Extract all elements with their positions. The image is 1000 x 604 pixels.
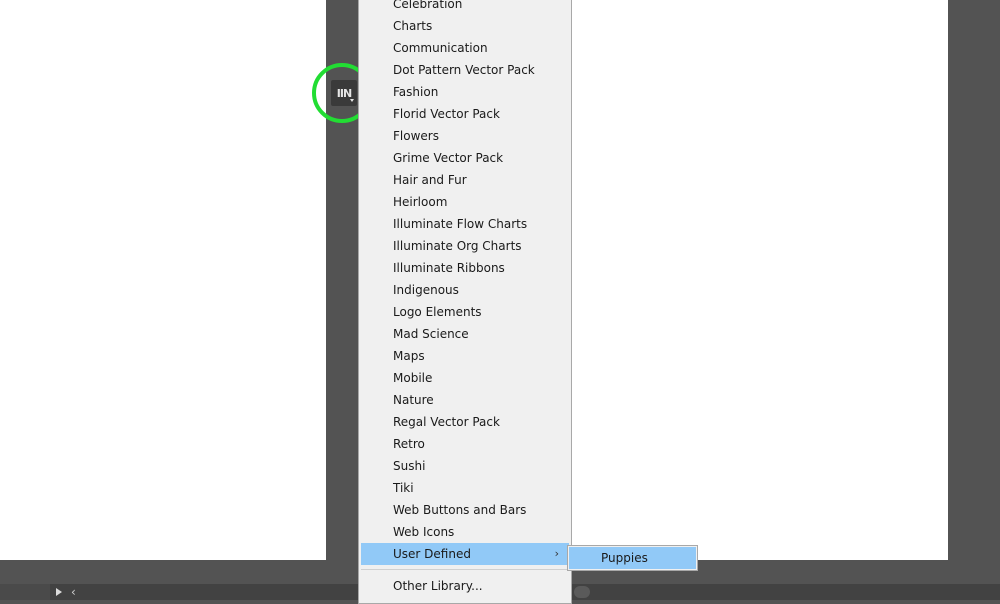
menu-item-label: Mad Science xyxy=(393,327,469,341)
menu-item-label: Regal Vector Pack xyxy=(393,415,500,429)
menu-item-label: Retro xyxy=(393,437,425,451)
menu-item-florid-vector-pack[interactable]: Florid Vector Pack xyxy=(359,103,571,125)
menu-item-web-icons[interactable]: Web Icons xyxy=(359,521,571,543)
menu-item-communication[interactable]: Communication xyxy=(359,37,571,59)
menu-item-label: Dot Pattern Vector Pack xyxy=(393,63,535,77)
symbol-library-menu: Celebration Charts Communication Dot Patter… xyxy=(358,0,572,604)
menu-item-label: Other Library... xyxy=(393,579,483,593)
menu-item-nature[interactable]: Nature xyxy=(359,389,571,411)
menu-item-label: Celebration xyxy=(393,0,463,11)
menu-item-grime-vector-pack[interactable]: Grime Vector Pack xyxy=(359,147,571,169)
menu-item-label: Illuminate Flow Charts xyxy=(393,217,528,231)
menu-item-indigenous[interactable]: Indigenous xyxy=(359,279,571,301)
menu-item-label: Indigenous xyxy=(393,283,459,297)
menu-item-label: Communication xyxy=(393,41,488,55)
library-list: Celebration Charts Communication Dot Patter… xyxy=(359,0,571,543)
menu-item-label: Maps xyxy=(393,349,425,363)
menu-item-label: Flowers xyxy=(393,129,439,143)
menu-item-mad-science[interactable]: Mad Science xyxy=(359,323,571,345)
menu-item-illuminate-org-charts[interactable]: Illuminate Org Charts xyxy=(359,235,571,257)
menu-item-label: Illuminate Ribbons xyxy=(393,261,505,275)
menu-item-user-defined[interactable]: User Defined › xyxy=(361,543,569,565)
menu-item-heirloom[interactable]: Heirloom xyxy=(359,191,571,213)
menu-item-retro[interactable]: Retro xyxy=(359,433,571,455)
next-artboard-icon[interactable] xyxy=(56,588,62,596)
menu-item-illuminate-flow-charts[interactable]: Illuminate Flow Charts xyxy=(359,213,571,235)
menu-item-hair-and-fur[interactable]: Hair and Fur xyxy=(359,169,571,191)
horizontal-scrollbar-thumb[interactable] xyxy=(574,586,590,598)
menu-item-web-buttons-and-bars[interactable]: Web Buttons and Bars xyxy=(359,499,571,521)
menu-item-label: Sushi xyxy=(393,459,426,473)
menu-item-other-library[interactable]: Other Library... xyxy=(359,575,571,597)
chevron-right-icon: › xyxy=(554,547,559,560)
menu-item-illuminate-ribbons[interactable]: Illuminate Ribbons xyxy=(359,257,571,279)
chevron-down-icon xyxy=(350,99,354,102)
menu-item-label: Charts xyxy=(393,19,433,33)
menu-item-flowers[interactable]: Flowers xyxy=(359,125,571,147)
menu-item-charts[interactable]: Charts xyxy=(359,15,571,37)
menu-item-maps[interactable]: Maps xyxy=(359,345,571,367)
menu-item-label: Fashion xyxy=(393,85,439,99)
menu-item-label: Heirloom xyxy=(393,195,448,209)
menu-item-label: Grime Vector Pack xyxy=(393,151,504,165)
menu-item-celebration[interactable]: Celebration xyxy=(359,0,571,15)
menu-item-label: Hair and Fur xyxy=(393,173,467,187)
menu-item-label: Logo Elements xyxy=(393,305,482,319)
user-defined-submenu: Puppies xyxy=(567,545,698,571)
menu-item-label: Florid Vector Pack xyxy=(393,107,500,121)
menu-item-mobile[interactable]: Mobile xyxy=(359,367,571,389)
zoom-field[interactable] xyxy=(0,584,50,600)
library-books-glyph: IIN xyxy=(336,86,352,100)
menu-item-regal-vector-pack[interactable]: Regal Vector Pack xyxy=(359,411,571,433)
menu-item-label: Web Buttons and Bars xyxy=(393,503,527,517)
submenu-item-puppies[interactable]: Puppies xyxy=(569,547,696,569)
menu-item-label: Web Icons xyxy=(393,525,455,539)
prev-artboard-icon[interactable]: ‹ xyxy=(71,585,76,599)
menu-item-label: Nature xyxy=(393,393,434,407)
menu-item-logo-elements[interactable]: Logo Elements xyxy=(359,301,571,323)
menu-item-label: Mobile xyxy=(393,371,433,385)
menu-item-sushi[interactable]: Sushi xyxy=(359,455,571,477)
menu-separator xyxy=(361,569,569,570)
menu-item-label: User Defined xyxy=(393,547,471,561)
menu-item-label: Illuminate Org Charts xyxy=(393,239,522,253)
menu-item-tiki[interactable]: Tiki xyxy=(359,477,571,499)
menu-item-dot-pattern-vector-pack[interactable]: Dot Pattern Vector Pack xyxy=(359,59,571,81)
menu-item-label: Tiki xyxy=(393,481,414,495)
menu-item-fashion[interactable]: Fashion xyxy=(359,81,571,103)
symbol-libraries-icon[interactable]: IIN xyxy=(331,80,357,106)
